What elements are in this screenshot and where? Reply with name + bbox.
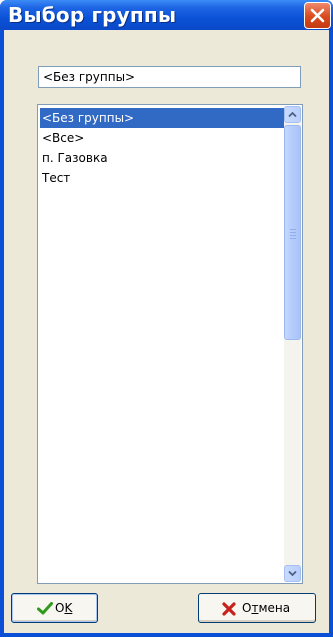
cancel-button[interactable]: Отмена xyxy=(198,593,316,623)
cancel-label-post: мена xyxy=(258,601,291,615)
thumb-grip-line xyxy=(290,232,296,233)
list-item-no-group[interactable]: <Без группы> xyxy=(40,108,285,128)
x-icon xyxy=(222,602,236,619)
thumb-grip-line xyxy=(290,238,296,239)
vertical-scrollbar[interactable] xyxy=(284,106,301,582)
close-button[interactable] xyxy=(304,2,331,29)
window-title: Выбор группы xyxy=(8,3,177,27)
check-icon xyxy=(37,602,53,618)
list-item-all[interactable]: <Все> xyxy=(40,128,285,148)
selected-group-field[interactable]: <Без группы> xyxy=(38,66,301,88)
cancel-label: Отмена xyxy=(242,601,290,615)
list-item-gazovka[interactable]: п. Газовка xyxy=(40,148,285,168)
group-list-items: <Без группы> <Все> п. Газовка Тест xyxy=(40,108,285,188)
dialog-body: <Без группы> <Без группы> <Все> п. Газов… xyxy=(4,30,329,633)
dialog-window: Выбор группы <Без группы> <Без группы> <… xyxy=(0,0,333,637)
scroll-up-button[interactable] xyxy=(284,106,301,123)
thumb-grip-line xyxy=(290,229,296,230)
chevron-up-icon xyxy=(288,111,297,118)
scroll-thumb[interactable] xyxy=(284,125,301,340)
list-item-test[interactable]: Тест xyxy=(40,168,285,188)
ok-label-mnemonic: K xyxy=(64,601,73,615)
title-bar[interactable]: Выбор группы xyxy=(0,0,333,30)
ok-label: OK xyxy=(55,601,72,615)
thumb-grip-line xyxy=(290,235,296,236)
ok-button[interactable]: OK xyxy=(11,593,98,623)
chevron-down-icon xyxy=(288,570,297,577)
close-icon xyxy=(310,8,325,23)
group-listbox[interactable]: <Без группы> <Все> п. Газовка Тест xyxy=(37,104,303,584)
scroll-down-button[interactable] xyxy=(284,565,301,582)
